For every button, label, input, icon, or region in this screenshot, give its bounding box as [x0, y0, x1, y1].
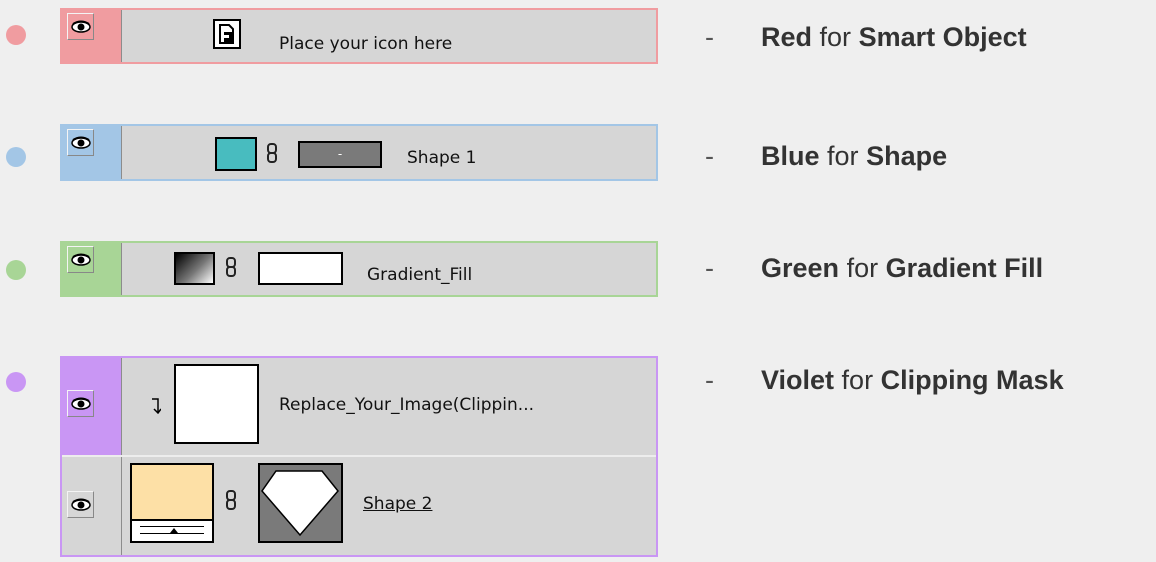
legend-dash: - [705, 253, 714, 283]
legend-item-red: - Red for Smart Object [705, 22, 1027, 53]
layer-thumbnail[interactable] [215, 137, 257, 171]
gradient-thumbnail[interactable] [174, 252, 215, 285]
image-thumbnail[interactable] [174, 364, 259, 444]
eye-icon [70, 397, 91, 410]
eye-icon-box[interactable] [67, 390, 94, 417]
eye-icon [70, 136, 91, 149]
layer-name[interactable]: Shape 2 [363, 494, 432, 514]
layer-row-shape-2[interactable]: Shape 2 [62, 457, 656, 555]
vector-mask-icon[interactable] [258, 463, 343, 543]
mask-label: - [337, 147, 343, 161]
legend-item-violet: - Violet for Clipping Mask [705, 365, 1064, 396]
legend-connector: for [846, 253, 879, 283]
clip-arrow-icon [152, 398, 161, 414]
legend-type-name: Gradient Fill [885, 253, 1044, 283]
mask-thumbnail[interactable] [258, 252, 343, 285]
eye-icon-box[interactable] [67, 13, 94, 40]
legend-type-name: Clipping Mask [880, 365, 1064, 395]
link-icon[interactable] [266, 143, 278, 163]
layer-name[interactable]: Gradient_Fill [367, 265, 472, 285]
legend-connector: for [841, 365, 874, 395]
layer-row-clipped-image[interactable]: Replace_Your_Image(Clippin... [62, 358, 656, 456]
legend-connector: for [827, 141, 859, 171]
layer-name[interactable]: Replace_Your_Image(Clippin... [279, 395, 534, 415]
layer-row-shape[interactable]: - Shape 1 [60, 124, 658, 181]
legend-type-name: Smart Object [858, 22, 1027, 52]
legend-color-word: Green [761, 253, 840, 283]
eye-icon-box[interactable] [67, 129, 94, 156]
layer-group-clipping-mask: Replace_Your_Image(Clippin... Shape 2 [60, 356, 658, 557]
visibility-toggle[interactable] [62, 10, 122, 62]
eye-icon [70, 253, 91, 266]
legend-color-word: Blue [761, 141, 820, 171]
shape-thumbnail-strip [132, 519, 212, 541]
layer-row-gradient-fill[interactable]: Gradient_Fill [60, 241, 658, 297]
legend-dash: - [705, 365, 714, 395]
legend-color-word: Violet [761, 365, 835, 395]
legend-connector: for [819, 22, 852, 52]
status-dot-green [6, 260, 26, 280]
visibility-toggle[interactable] [62, 243, 122, 295]
shape-thumbnail[interactable] [130, 463, 214, 543]
vector-mask-thumbnail[interactable]: - [298, 141, 382, 168]
layer-name[interactable]: Shape 1 [407, 148, 476, 168]
layer-name[interactable]: Place your icon here [279, 34, 452, 54]
visibility-toggle[interactable] [62, 358, 122, 456]
eye-icon-box[interactable] [67, 246, 94, 273]
status-dot-red [6, 25, 26, 45]
eye-icon [70, 20, 91, 33]
legend-item-green: - Green for Gradient Fill [705, 253, 1043, 284]
eye-icon [70, 498, 91, 511]
legend-item-blue: - Blue for Shape [705, 141, 947, 172]
link-icon[interactable] [225, 257, 237, 277]
visibility-toggle[interactable] [62, 457, 122, 555]
status-dot-violet [6, 372, 26, 392]
smart-object-icon [213, 19, 241, 49]
status-dot-blue [6, 147, 26, 167]
layer-row-smart-object[interactable]: Place your icon here [60, 8, 658, 64]
legend-dash: - [705, 141, 714, 171]
legend-color-word: Red [761, 22, 813, 52]
visibility-toggle[interactable] [62, 126, 122, 179]
legend-type-name: Shape [866, 141, 948, 171]
link-icon[interactable] [225, 490, 237, 510]
eye-icon-box[interactable] [67, 491, 94, 518]
legend-dash: - [705, 22, 714, 52]
